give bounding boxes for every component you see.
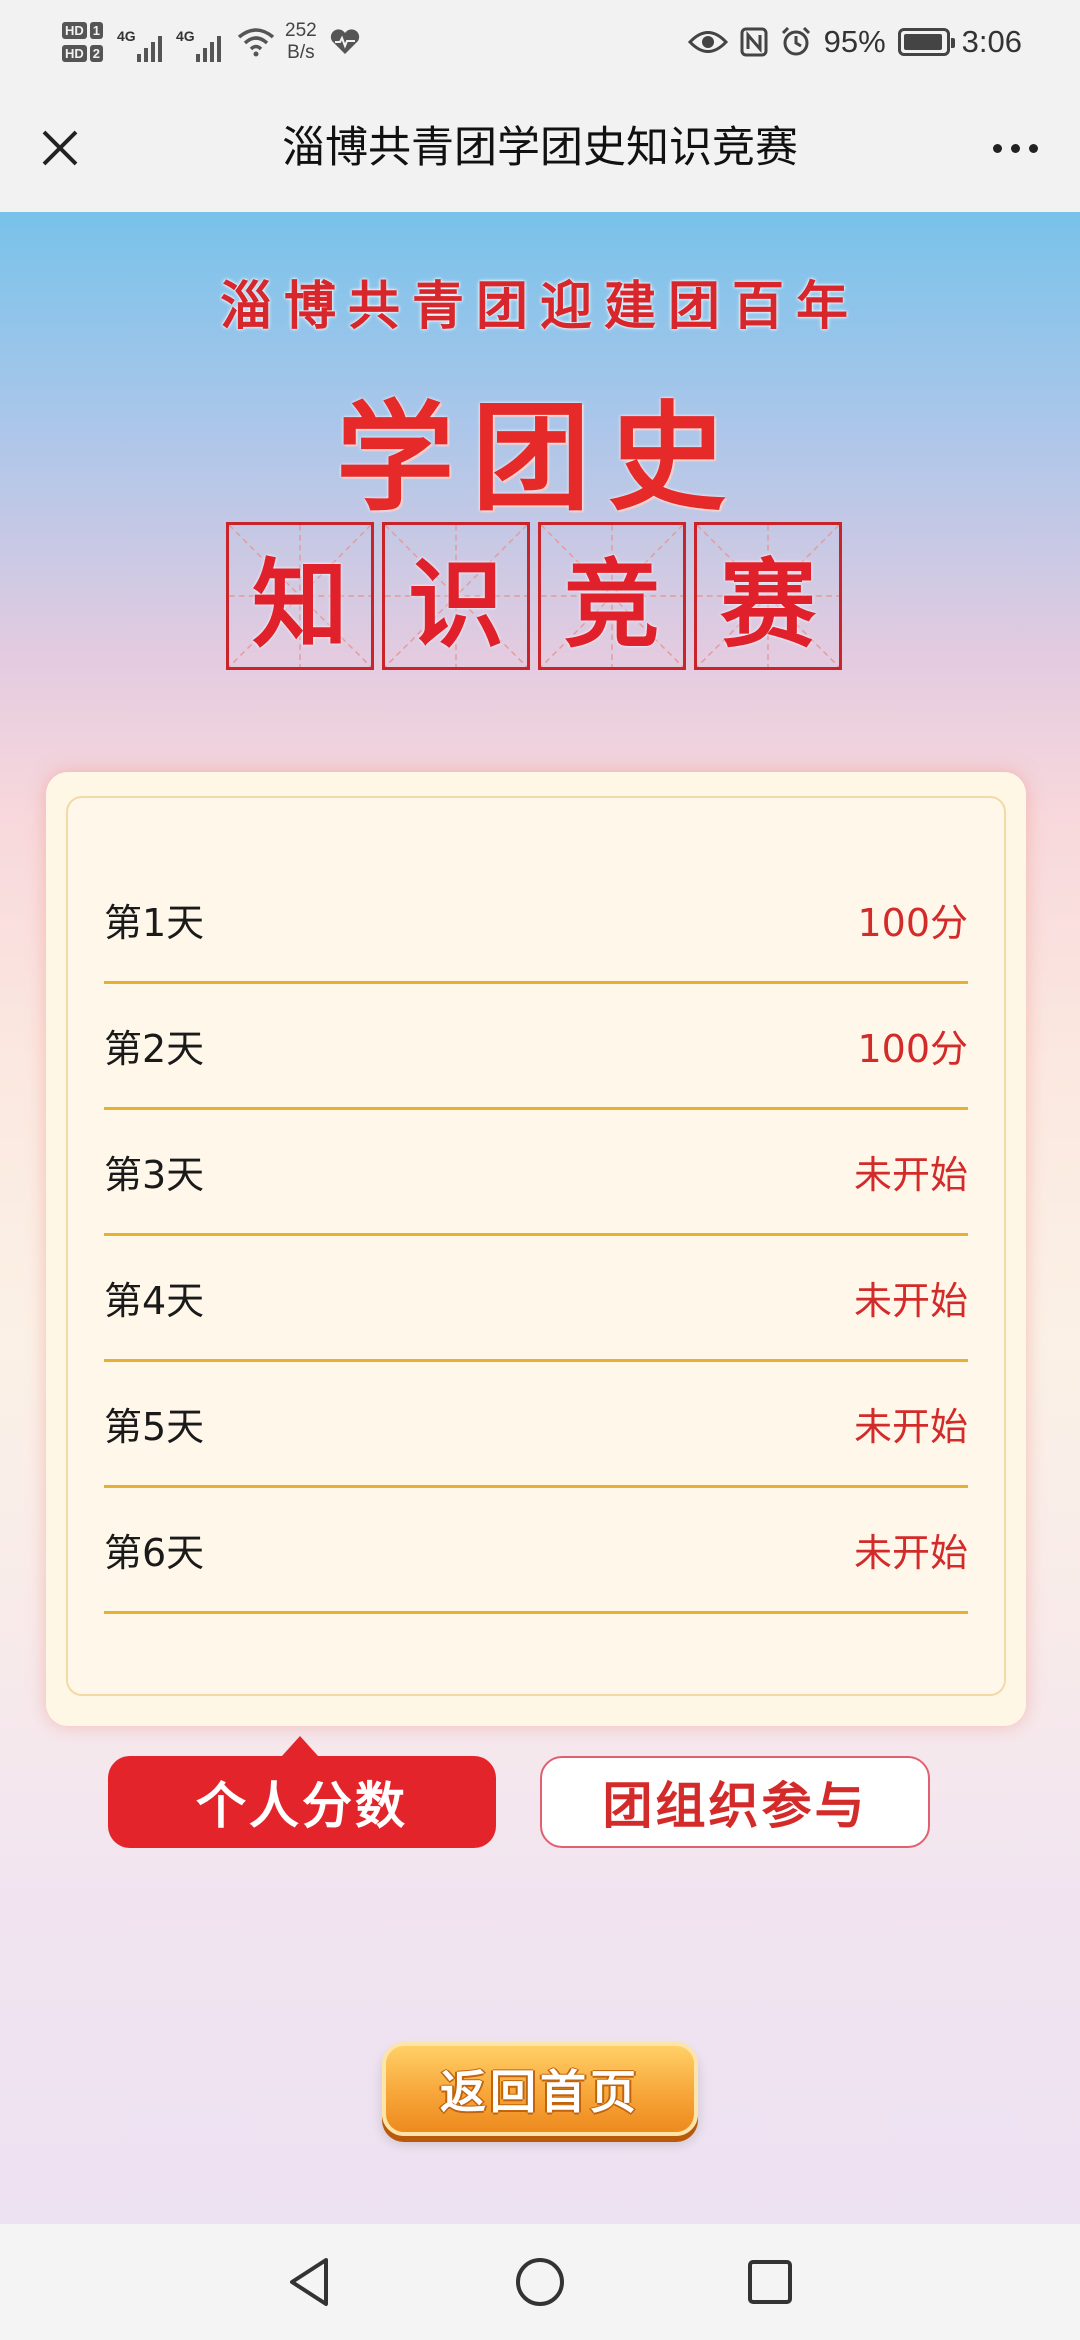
home-circle-icon bbox=[516, 2258, 564, 2306]
more-options-button[interactable] bbox=[980, 118, 1050, 178]
day-label: 第3天 bbox=[104, 1153, 205, 1197]
signal-2-icon: 4G bbox=[176, 22, 222, 62]
list-item: 第5天 未开始 bbox=[104, 1362, 968, 1488]
list-item: 第1天 100分 bbox=[104, 858, 968, 984]
score-card: 第1天 100分 第2天 100分 第3天 未开始 第4天 未开始 第5天 未开… bbox=[46, 772, 1026, 1726]
tab-personal-score[interactable]: 个人分数 bbox=[108, 1736, 496, 1848]
score-list: 第1天 100分 第2天 100分 第3天 未开始 第4天 未开始 第5天 未开… bbox=[104, 858, 968, 1614]
close-icon bbox=[42, 130, 78, 166]
day-score: 未开始 bbox=[853, 1279, 968, 1323]
close-button[interactable] bbox=[30, 118, 90, 178]
more-dot-icon bbox=[1028, 143, 1038, 153]
health-heart-icon bbox=[330, 29, 359, 54]
back-triangle-icon bbox=[290, 2258, 328, 2306]
day-label: 第4天 bbox=[104, 1279, 205, 1323]
system-nav-bar bbox=[0, 2224, 1080, 2340]
day-label: 第5天 bbox=[104, 1405, 205, 1449]
more-dot-icon bbox=[1010, 143, 1020, 153]
eye-icon bbox=[687, 31, 728, 53]
back-to-home-button[interactable]: 返回首页 bbox=[382, 2042, 698, 2136]
list-item: 第3天 未开始 bbox=[104, 1110, 968, 1236]
sim2-badge: HD 2 bbox=[62, 45, 104, 62]
battery-percent: 95% bbox=[823, 24, 886, 59]
nav-home-button[interactable] bbox=[510, 2252, 570, 2312]
day-label: 第6天 bbox=[104, 1531, 205, 1575]
network-speed: 252 B/s bbox=[285, 20, 317, 63]
list-item: 第2天 100分 bbox=[104, 984, 968, 1110]
tab-org-participation[interactable]: 团组织参与 bbox=[540, 1756, 930, 1848]
boxed-char: 知 bbox=[226, 522, 374, 670]
day-score: 未开始 bbox=[853, 1405, 968, 1449]
day-label: 第1天 bbox=[104, 901, 205, 945]
banner-boxed-title: 知 识 竞 赛 bbox=[226, 522, 842, 670]
wifi-icon bbox=[237, 28, 275, 57]
boxed-char: 竞 bbox=[538, 522, 686, 670]
banner-headline: 学团史 bbox=[335, 388, 744, 527]
nfc-icon bbox=[740, 27, 768, 57]
recent-apps-square-icon bbox=[748, 2260, 792, 2304]
day-label: 第2天 bbox=[104, 1027, 205, 1071]
score-card-inner: 第1天 100分 第2天 100分 第3天 未开始 第4天 未开始 第5天 未开… bbox=[66, 796, 1006, 1696]
boxed-char: 识 bbox=[382, 522, 530, 670]
day-score: 未开始 bbox=[853, 1531, 968, 1575]
day-score: 100分 bbox=[857, 901, 968, 945]
day-score: 100分 bbox=[857, 1027, 968, 1071]
page-title: 淄博共青团学团史知识竞赛 bbox=[282, 123, 798, 173]
nav-recent-apps-button[interactable] bbox=[740, 2252, 800, 2312]
signal-1-icon: 4G bbox=[117, 22, 163, 62]
day-score: 未开始 bbox=[853, 1153, 968, 1197]
list-item: 第4天 未开始 bbox=[104, 1236, 968, 1362]
alarm-icon bbox=[781, 26, 810, 56]
nav-back-button[interactable] bbox=[280, 2252, 340, 2312]
list-item: 第6天 未开始 bbox=[104, 1488, 968, 1614]
more-dot-icon bbox=[992, 143, 1002, 153]
boxed-char: 赛 bbox=[694, 522, 842, 670]
battery-icon bbox=[897, 28, 955, 56]
clock: 3:06 bbox=[961, 24, 1022, 59]
banner-subtitle: 淄博共青团迎建团百年 bbox=[219, 276, 860, 337]
title-bar: 淄博共青团学团史知识竞赛 bbox=[0, 84, 1080, 212]
sim1-badge: HD 1 bbox=[62, 22, 104, 39]
status-bar: HD 1 HD 2 4G 4G 252 B/s 95% 3:06 bbox=[0, 0, 1080, 84]
quiz-page: 淄博共青团迎建团百年 学团史 知 识 竞 赛 第1天 100分 第2天 100分… bbox=[0, 212, 1080, 2224]
